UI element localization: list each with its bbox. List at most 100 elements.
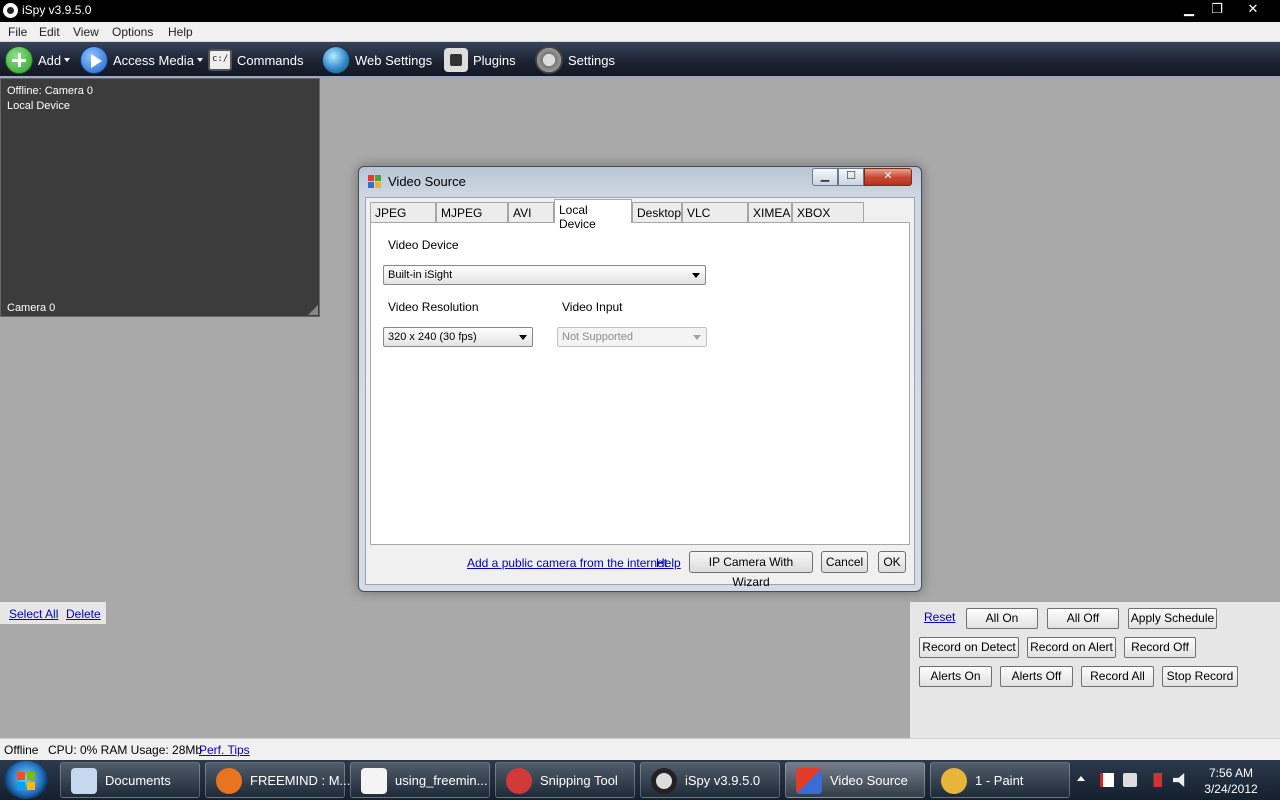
usage-text: CPU: 0% RAM Usage: 28Mb xyxy=(48,743,203,757)
taskbar-item-video-source[interactable]: Video Source xyxy=(785,762,925,798)
delete-link[interactable]: Delete xyxy=(66,607,101,621)
web-settings-button[interactable]: Web Settings xyxy=(322,45,432,75)
minimize-button[interactable]: ▁ xyxy=(1174,0,1204,18)
taskbar-item-label: iSpy v3.9.5.0 xyxy=(685,773,761,788)
taskbar-item-paint[interactable]: 1 - Paint xyxy=(930,762,1070,798)
chevron-down-icon xyxy=(693,335,701,340)
ip-camera-wizard-button[interactable]: IP Camera With Wizard xyxy=(689,551,813,589)
taskbar-clock[interactable]: 7:56 AM 3/24/2012 xyxy=(1196,765,1266,797)
tab-xbox-kinect[interactable]: XBOX Kinect xyxy=(792,202,864,234)
video-source-icon xyxy=(368,175,382,189)
show-hidden-icons-icon[interactable] xyxy=(1077,776,1085,781)
video-device-label: Video Device xyxy=(388,238,459,252)
menu-view[interactable]: View xyxy=(73,25,99,39)
puzzle-icon xyxy=(444,48,468,72)
ok-button[interactable]: OK xyxy=(878,551,906,573)
windows-taskbar: Documents FREEMIND : M... using_freemin.… xyxy=(0,760,1280,800)
camera-name: Camera 0 xyxy=(7,302,56,314)
all-off-button[interactable]: All Off xyxy=(1047,608,1119,629)
all-on-button[interactable]: All On xyxy=(966,608,1038,629)
video-resolution-label: Video Resolution xyxy=(388,300,479,314)
plugins-button[interactable]: Plugins xyxy=(444,45,516,75)
tab-ximea[interactable]: XIMEA xyxy=(748,202,792,222)
start-button[interactable] xyxy=(4,761,48,799)
grid-toolbar: Select All Delete xyxy=(0,602,106,624)
tab-local-device[interactable]: Local Device xyxy=(554,199,632,231)
ispy-eye-icon xyxy=(3,3,18,18)
taskbar-item-label: Snipping Tool xyxy=(540,773,618,788)
volume-icon[interactable] xyxy=(1173,773,1185,787)
taskbar-item-ispy[interactable]: iSpy v3.9.5.0 xyxy=(640,762,780,798)
chevron-down-icon xyxy=(196,58,203,62)
add-button[interactable]: Add xyxy=(5,45,71,75)
taskbar-item-using-freemind[interactable]: using_freemin... xyxy=(350,762,490,798)
documents-icon xyxy=(71,768,97,794)
status-text: Offline xyxy=(4,743,39,757)
dialog-minimize-button[interactable]: ▁ xyxy=(812,168,838,186)
command-prompt-icon xyxy=(208,49,232,71)
chevron-down-icon xyxy=(519,335,527,340)
alerts-on-button[interactable]: Alerts On xyxy=(919,666,992,687)
tab-desktop[interactable]: Desktop xyxy=(632,202,682,222)
network-icon[interactable] xyxy=(1148,773,1162,787)
taskbar-item-label: Documents xyxy=(105,773,171,788)
dialog-maximize-button[interactable]: ☐ xyxy=(838,168,864,186)
select-all-link[interactable]: Select All xyxy=(9,607,58,621)
video-input-select: Not Supported xyxy=(557,327,707,347)
dialog-close-button[interactable]: ✕ xyxy=(864,168,912,186)
menu-file[interactable]: File xyxy=(8,25,27,39)
maximize-button[interactable]: ❐ xyxy=(1202,0,1232,18)
paint-icon xyxy=(941,768,967,794)
editor-icon xyxy=(361,768,387,794)
close-button[interactable]: ✕ xyxy=(1238,0,1268,18)
camera-panel[interactable]: Offline: Camera 0 Local Device Camera 0 xyxy=(0,78,320,317)
record-on-detect-button[interactable]: Record on Detect xyxy=(919,637,1019,658)
apply-schedule-button[interactable]: Apply Schedule xyxy=(1128,608,1217,629)
video-source-icon xyxy=(796,768,822,794)
resize-grip[interactable] xyxy=(308,305,318,315)
local-device-panel: Video Device Built-in iSight Video Resol… xyxy=(370,222,910,545)
perf-tips-link[interactable]: Perf. Tips xyxy=(199,743,250,757)
help-link[interactable]: Help xyxy=(656,556,681,570)
record-off-button[interactable]: Record Off xyxy=(1124,637,1196,658)
tab-avi-file[interactable]: AVI File xyxy=(508,202,554,234)
commands-button[interactable]: Commands xyxy=(208,45,303,75)
video-input-value: Not Supported xyxy=(562,331,633,343)
record-all-button[interactable]: Record All xyxy=(1081,666,1154,687)
video-device-select[interactable]: Built-in iSight xyxy=(383,265,706,285)
alerts-off-button[interactable]: Alerts Off xyxy=(1000,666,1073,687)
play-icon xyxy=(80,46,108,74)
camera-status: Offline: Camera 0 Local Device xyxy=(7,84,93,114)
video-source-dialog: Video Source ▁ ☐ ✕ JPEG URL MJPEG URL AV… xyxy=(358,166,922,592)
record-on-alert-button[interactable]: Record on Alert xyxy=(1027,637,1116,658)
dialog-title: Video Source xyxy=(388,174,466,189)
gear-icon xyxy=(535,46,563,74)
video-resolution-value: 320 x 240 (30 fps) xyxy=(388,331,477,343)
control-panel: Reset All On All Off Apply Schedule Reco… xyxy=(910,602,1280,738)
taskbar-item-label: FREEMIND : M... xyxy=(250,773,351,788)
menu-options[interactable]: Options xyxy=(112,25,153,39)
video-resolution-select[interactable]: 320 x 240 (30 fps) xyxy=(383,327,533,347)
tab-vlc-plugin[interactable]: VLC Plugin xyxy=(682,202,748,234)
clock-time: 7:56 AM xyxy=(1208,766,1254,780)
cancel-button[interactable]: Cancel xyxy=(821,551,868,573)
taskbar-item-freemind[interactable]: FREEMIND : M... xyxy=(205,762,350,798)
ispy-eye-icon xyxy=(651,768,677,794)
tab-jpeg-url[interactable]: JPEG URL xyxy=(370,202,436,234)
add-public-camera-link[interactable]: Add a public camera from the internet xyxy=(467,556,667,570)
camera-source-line: Local Device xyxy=(7,100,70,112)
settings-button[interactable]: Settings xyxy=(535,45,615,75)
menu-edit[interactable]: Edit xyxy=(39,25,60,39)
taskbar-item-label: Video Source xyxy=(830,773,908,788)
reset-link[interactable]: Reset xyxy=(924,610,955,624)
taskbar-item-documents[interactable]: Documents xyxy=(60,762,200,798)
stop-record-button[interactable]: Stop Record xyxy=(1162,666,1238,687)
menu-help[interactable]: Help xyxy=(168,25,193,39)
tab-mjpeg-url[interactable]: MJPEG URL xyxy=(436,202,508,234)
taskbar-item-snipping-tool[interactable]: Snipping Tool xyxy=(495,762,635,798)
device-icon[interactable] xyxy=(1123,773,1137,787)
web-settings-label: Web Settings xyxy=(355,52,433,68)
action-center-flag-icon[interactable] xyxy=(1100,773,1114,787)
access-media-button[interactable]: Access Media xyxy=(80,45,203,75)
window-title: iSpy v3.9.5.0 xyxy=(22,3,92,17)
